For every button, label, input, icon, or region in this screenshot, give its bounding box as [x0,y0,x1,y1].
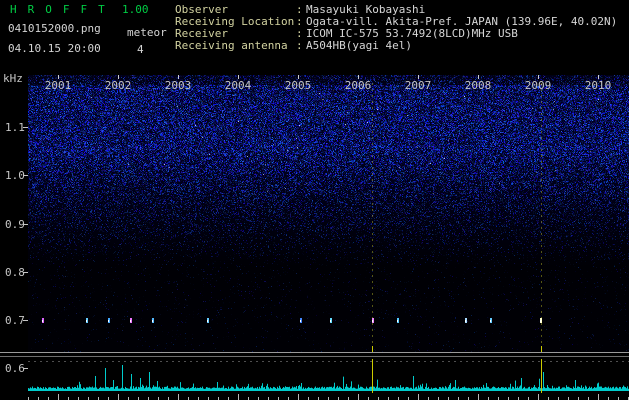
y-tick-mark [23,272,28,273]
x-tick-label: 2009 [525,80,552,92]
datetime-label: 04.10.15 20:00 [8,43,101,55]
y-tick-label: 0.7 [5,315,25,327]
mode-label: meteor [127,27,167,39]
separator-line [0,352,629,353]
x-tick-label: 2004 [225,80,252,92]
info-label: Receiving antenna [175,40,296,52]
info-row: Receiving antenna: A504HB(yagi 4el) [175,40,617,52]
y-tick-mark [23,224,28,225]
y-tick-label: 0.6 [5,363,25,375]
x-tick-label: 2003 [165,80,192,92]
x-tick-label: 2007 [405,80,432,92]
y-tick-label: 0.8 [5,267,25,279]
info-colon: : [296,40,306,52]
x-tick-label: 2005 [285,80,312,92]
observer-info: Observer: Masayuki Kobayashi Receiving Lo… [175,4,617,52]
separator-line [0,356,629,357]
app-version: 1.00 [122,4,149,16]
y-tick-mark [23,368,28,369]
y-tick-mark [23,175,28,176]
y-axis-unit: kHz [3,73,23,85]
x-tick-label: 2010 [585,80,612,92]
x-tick-label: 2008 [465,80,492,92]
y-tick-label: 0.9 [5,219,25,231]
x-tick-label: 2001 [45,80,72,92]
y-tick-mark [23,127,28,128]
y-tick-mark [23,320,28,321]
level-plot-canvas [28,358,629,400]
x-tick-label: 2006 [345,80,372,92]
spectrogram-canvas [28,75,629,352]
app-title: HROFFT [10,4,116,16]
x-tick-label: 2002 [105,80,132,92]
y-tick-label: 1.0 [5,170,25,182]
echo-count: 4 [137,44,144,56]
output-filename: 0410152000.png [8,23,101,35]
info-value: A504HB(yagi 4el) [306,40,412,52]
hrofft-window: HROFFT 1.00 0410152000.png meteor 04.10.… [0,0,629,400]
y-tick-label: 1.1 [5,122,25,134]
